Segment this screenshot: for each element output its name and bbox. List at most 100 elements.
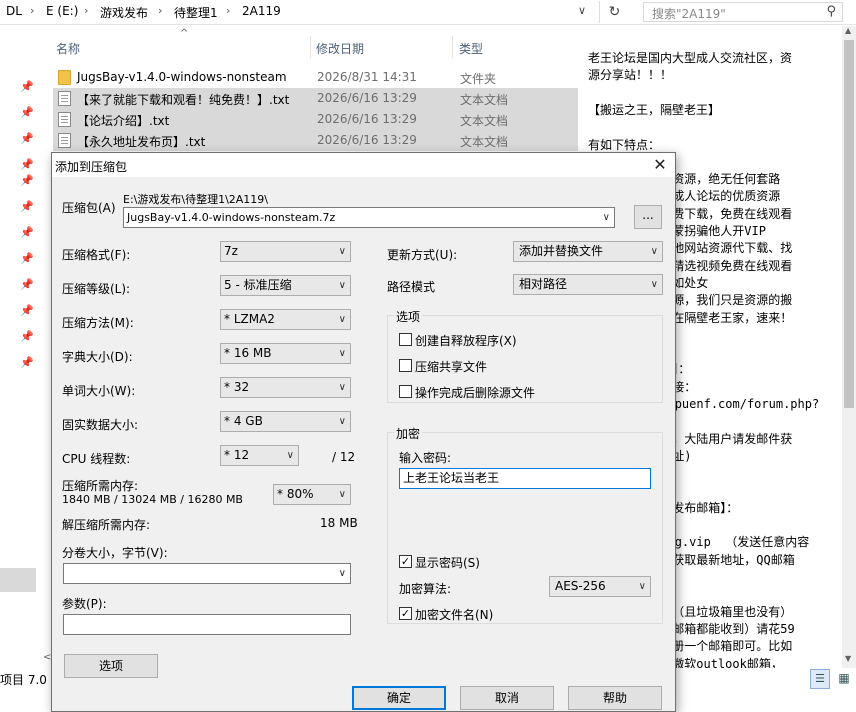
column-divider[interactable] [452,36,453,58]
address-bar[interactable]: DL › E (E:) › 游戏发布 › 待整理1 › 2A119 ∨ ↻ 搜索… [0,0,856,25]
file-name: 【永久地址发布页】.txt [77,135,206,149]
level-select[interactable]: 5 - 标准压缩 ∨ [220,275,351,296]
breadcrumb-item[interactable]: DL [6,4,22,18]
password-value: 上老王论坛当老王 [403,471,500,485]
pin-icon[interactable]: 📌 [20,132,34,145]
pin-icon[interactable]: 📌 [20,158,34,171]
scroll-up-icon[interactable]: ▲ [845,26,851,35]
add-to-archive-dialog: 添加到压缩包 ✕ 压缩包(A) E:\游戏发布\待整理1\2A119\ Jugs… [51,152,676,712]
search-input[interactable]: 搜索"2A119" ⚲ [643,2,843,22]
update-label: 更新方式(U): [387,248,458,262]
breadcrumb-item[interactable]: 游戏发布 [100,4,148,21]
algo-select[interactable]: AES-256 ∨ [549,576,651,597]
mem-select[interactable]: * 80% ∨ [273,484,351,505]
file-row[interactable]: JugsBay-v1.4.0-windows-nonsteam 2026/8/3… [53,67,578,88]
chevron-down-icon[interactable]: ∨ [339,564,346,583]
help-button[interactable]: 帮助 [568,686,662,710]
split-size-combo[interactable]: ∨ [63,563,351,584]
pin-icon[interactable]: 📌 [20,278,34,291]
column-headers: ^ 名称 修改日期 类型 [52,28,578,58]
cancel-button[interactable]: 取消 [460,686,554,710]
format-label: 压缩格式(F): [62,248,131,262]
pin-icon[interactable]: 📌 [20,330,34,343]
close-icon[interactable]: ✕ [648,154,672,176]
file-name: 【论坛介绍】.txt [77,114,170,128]
password-label: 输入密码: [399,451,452,465]
split-label: 分卷大小，字节(V): [62,546,168,560]
cpu-total: / 12 [332,450,356,464]
chevron-right-icon: › [30,4,35,17]
pin-icon[interactable]: 📌 [20,356,34,369]
file-date: 2026/8/31 14:31 [317,70,417,84]
ok-button[interactable]: 确定 [352,686,446,710]
pin-icon[interactable]: 📌 [20,174,34,187]
search-icon[interactable]: ⚲ [826,4,836,19]
password-input[interactable]: 上老王论坛当老王 [399,468,651,489]
sfx-checkbox[interactable] [399,333,412,346]
chevron-down-icon: ∨ [338,416,346,427]
browse-button[interactable]: ... [634,205,662,229]
chevron-right-icon: › [158,4,163,17]
shared-checkbox[interactable] [399,359,412,372]
column-type[interactable]: 类型 [459,40,483,57]
file-date: 2026/6/16 13:29 [317,133,417,147]
chevron-down-icon[interactable]: ∨ [603,208,610,227]
decomp-label: 解压缩所需内存: [62,518,151,532]
pin-icon[interactable]: 📌 [20,106,34,119]
solid-select[interactable]: * 4 GB ∨ [220,411,351,432]
show-password-label[interactable]: 显示密码(S) [415,554,480,571]
params-label: 参数(P): [62,597,107,611]
method-select[interactable]: * LZMA2 ∨ [220,309,351,330]
options-button[interactable]: 选项 [64,654,158,678]
column-divider[interactable] [310,36,311,58]
archive-name-combo[interactable]: JugsBay-v1.4.0-windows-nonsteam.7z ∨ [123,207,615,228]
breadcrumb-item[interactable]: 2A119 [242,4,281,18]
cpu-select[interactable]: * 12 ∨ [220,445,299,466]
column-date[interactable]: 修改日期 [316,40,364,57]
file-row[interactable]: 【永久地址发布页】.txt 2026/6/16 13:29 文本文档 [53,130,578,151]
dict-select[interactable]: * 16 MB ∨ [220,343,351,364]
file-type: 文件夹 [460,72,497,86]
archive-label: 压缩包(A) [62,201,116,215]
file-row[interactable]: 【论坛介绍】.txt 2026/6/16 13:29 文本文档 [53,109,578,130]
file-name: 【来了就能下载和观看！纯免费！】.txt [77,93,290,107]
mem-detail: 1840 MB / 13024 MB / 16280 MB [62,493,243,506]
shared-label[interactable]: 压缩共享文件 [415,358,487,375]
chevron-down-icon[interactable]: ∨ [578,4,586,17]
pin-icon[interactable]: 📌 [20,200,34,213]
column-name[interactable]: 名称 [56,40,80,57]
pin-icon[interactable]: 📌 [20,80,34,93]
method-label: 压缩方法(M): [62,316,134,330]
update-select[interactable]: 添加并替换文件 ∨ [513,241,663,262]
show-password-checkbox[interactable]: ✓ [399,555,412,568]
nav-item-selected[interactable] [0,568,36,592]
details-view-icon[interactable]: ☰ [810,669,830,689]
dialog-titlebar[interactable]: 添加到压缩包 ✕ [52,153,675,177]
file-row[interactable]: 【来了就能下载和观看！纯免费！】.txt 2026/6/16 13:29 文本文… [53,88,578,109]
sort-up-icon: ^ [180,28,189,39]
pin-icon[interactable]: 📌 [20,226,34,239]
encrypt-names-checkbox[interactable]: ✓ [399,607,412,620]
scroll-down-icon[interactable]: ▼ [845,654,851,663]
scrollbar-thumb[interactable] [844,40,854,408]
breadcrumb-item[interactable]: E (E:) [46,4,78,18]
delete-source-label[interactable]: 操作完成后删除源文件 [415,384,535,401]
pin-icon[interactable]: 📌 [20,304,34,317]
vertical-scrollbar[interactable]: ▲ ▼ [842,26,856,672]
pin-icon[interactable]: 📌 [20,252,34,265]
path-select[interactable]: 相对路径 ∨ [513,274,663,295]
word-select[interactable]: * 32 ∨ [220,377,351,398]
refresh-icon[interactable]: ↻ [599,1,629,23]
large-icons-view-icon[interactable]: ▦ [834,669,854,689]
file-date: 2026/6/16 13:29 [317,112,417,126]
options-group-title: 选项 [394,308,423,325]
breadcrumb-item[interactable]: 待整理1 [174,4,218,21]
preview-text-line: 【搬运之王，隔壁老王】 [588,102,721,117]
sfx-label[interactable]: 创建自释放程序(X) [415,332,517,349]
format-select[interactable]: 7z ∨ [220,241,351,262]
delete-source-checkbox[interactable] [399,385,412,398]
encrypt-names-label[interactable]: 加密文件名(N) [415,606,493,623]
file-type: 文本文档 [460,135,509,149]
word-label: 单词大小(W): [62,384,136,398]
params-input[interactable] [63,614,351,635]
